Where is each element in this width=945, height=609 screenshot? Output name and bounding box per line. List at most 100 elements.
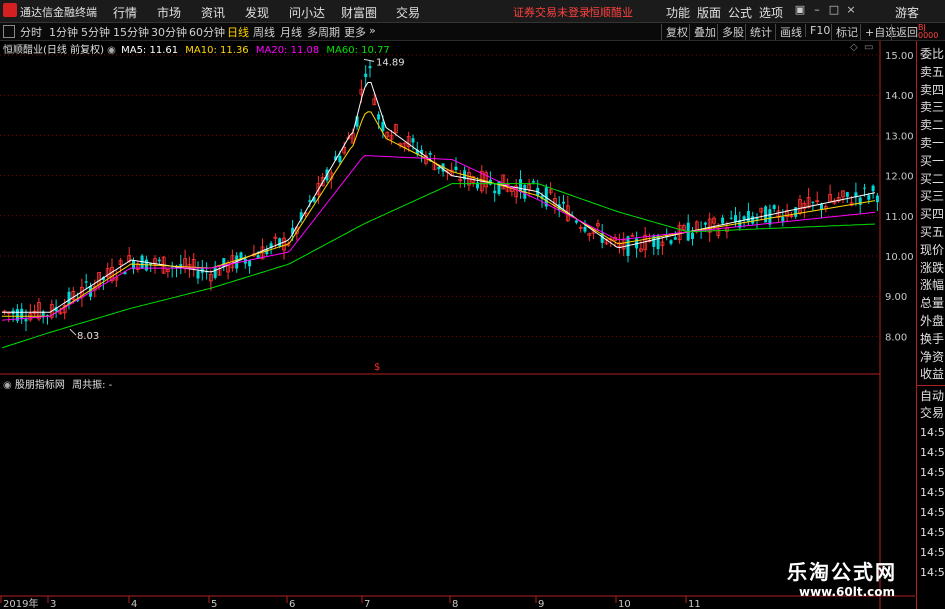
- period-5min[interactable]: 5分钟: [81, 24, 110, 40]
- candle-body: [196, 271, 200, 279]
- candle-body: [811, 201, 815, 203]
- x-tick-label: 11: [688, 599, 701, 609]
- minimize-icon[interactable]: –: [810, 3, 824, 17]
- y-tick-label: 10.00: [885, 252, 914, 263]
- x-tick-label: 7: [364, 599, 370, 609]
- candle-body: [751, 216, 755, 224]
- candle-body: [721, 217, 725, 224]
- period-1min[interactable]: 1分钟: [49, 24, 78, 40]
- y-tick-label: 11.00: [885, 212, 914, 223]
- indicator-title: 股朋指标网: [14, 380, 65, 391]
- quote-field-label: 涨跌: [920, 260, 945, 275]
- quote-side-panel: 委比 卖五 卖四 卖三 卖二 卖一 买一 买二 买三 买四 买五 现价 涨跌 涨幅 总量 外盘 换手 净资 收益 自…: [916, 41, 945, 609]
- period-15min[interactable]: 15分钟: [113, 24, 149, 40]
- indicator-settings-icon[interactable]: ◉: [3, 380, 12, 391]
- period-60min[interactable]: 60分钟: [189, 24, 225, 40]
- tool-stats[interactable]: 统计: [745, 24, 772, 40]
- layout-toggle-icon[interactable]: [3, 25, 15, 38]
- close-icon[interactable]: ×: [844, 3, 858, 17]
- tab-trade[interactable]: 交易: [920, 404, 944, 421]
- visitor-label[interactable]: 游客: [895, 4, 919, 21]
- candle-body: [531, 181, 535, 183]
- quote-field-label: 涨幅: [920, 278, 945, 293]
- kline-chart[interactable]: 15.00 14.00 13.00 12.00 11.00 10.00 9.00 8.00 20…: [0, 41, 915, 609]
- tool-draw[interactable]: 画线: [775, 24, 802, 40]
- period-30min[interactable]: 30分钟: [151, 24, 187, 40]
- tick-time: 14:56: [920, 426, 945, 439]
- quote-field-label: 买二: [920, 171, 945, 186]
- quote-field-label: 外盘: [920, 314, 945, 328]
- menu-bar: 通达信金融终端 行情 市场 资讯 发现 问小达 财富圈 交易 证券交易未登录 恒…: [0, 0, 945, 23]
- period-monthly[interactable]: 月线: [280, 24, 302, 40]
- candle-body: [764, 206, 768, 223]
- candle-body: [772, 205, 776, 209]
- tool-back[interactable]: 返回: [891, 24, 918, 40]
- candle-body: [845, 192, 849, 197]
- ma-line-ma5: [2, 82, 876, 313]
- menu-formula[interactable]: 公式: [728, 4, 752, 21]
- menu-market[interactable]: 市场: [157, 4, 181, 21]
- skin-icon[interactable]: ▣: [793, 3, 807, 17]
- period-intraday[interactable]: 分时: [20, 24, 42, 40]
- menu-discover[interactable]: 发现: [245, 4, 269, 21]
- x-tick-label: 5: [211, 599, 217, 609]
- menu-wealth-circle[interactable]: 财富圈: [341, 4, 377, 21]
- x-tick-label: 3: [50, 599, 56, 609]
- candle-body: [703, 222, 707, 225]
- chart-settings-icon[interactable]: ◉: [107, 45, 116, 56]
- quote-field-label: 买一: [920, 153, 945, 168]
- ma-line-ma20: [1, 154, 876, 321]
- tool-f10[interactable]: F10: [805, 24, 830, 37]
- period-weekly[interactable]: 周线: [253, 24, 275, 40]
- tool-multi-stock[interactable]: 多股: [717, 24, 744, 40]
- tool-mark[interactable]: 标记: [831, 24, 858, 40]
- period-multi[interactable]: 多周期: [307, 24, 340, 40]
- quote-field-label: 卖五: [920, 64, 945, 79]
- candle-body: [875, 195, 879, 203]
- x-tick-label: 2019年: [3, 597, 38, 609]
- menu-function[interactable]: 功能: [666, 4, 690, 21]
- menu-layout[interactable]: 版面: [697, 4, 721, 21]
- candle-body: [24, 318, 28, 322]
- candle-body: [248, 260, 252, 267]
- candle-body: [673, 237, 677, 240]
- menu-options[interactable]: 选项: [759, 4, 783, 21]
- candle-body: [755, 217, 759, 220]
- candle-body: [381, 122, 385, 132]
- current-stock-name: 恒顺醋业: [589, 6, 633, 19]
- ma20-label: MA20: 11.08: [255, 45, 320, 56]
- candle-body: [338, 155, 342, 163]
- menu-news[interactable]: 资讯: [201, 4, 225, 21]
- candle-body: [574, 220, 578, 223]
- x-tick-label: 10: [618, 599, 631, 609]
- tab-auto[interactable]: 自动: [920, 387, 944, 404]
- tool-adjust[interactable]: 复权: [661, 24, 688, 40]
- period-more[interactable]: 更多: [344, 24, 366, 40]
- watermark: 乐淘公式网 www.60lt.com: [787, 556, 915, 604]
- chart-expand-icon[interactable]: ▭: [864, 42, 873, 53]
- candle-body: [368, 66, 372, 69]
- trade-login-notice[interactable]: 证券交易未登录: [513, 4, 590, 20]
- maximize-icon[interactable]: □: [827, 3, 841, 17]
- candle-body: [278, 238, 282, 247]
- period-more-arrow-icon[interactable]: »: [369, 24, 376, 37]
- quote-field-label: 买四: [920, 207, 945, 222]
- menu-trade[interactable]: 交易: [396, 4, 420, 21]
- menu-quotes[interactable]: 行情: [113, 4, 137, 21]
- x-tick-label: 6: [289, 599, 295, 609]
- candle-body: [20, 308, 24, 320]
- period-daily[interactable]: 日线: [227, 24, 249, 40]
- app-name: 通达信金融终端: [20, 6, 97, 19]
- period-toolbar: 分时 1分钟 5分钟 15分钟 30分钟 60分钟 日线 周线 月线 多周期 更…: [0, 23, 945, 41]
- ma10-label: MA10: 11.36: [185, 45, 249, 56]
- quote-field-label: 卖四: [920, 82, 945, 97]
- quote-field-label: 卖一: [920, 136, 945, 150]
- chart-diamond-icon[interactable]: ◇: [850, 42, 858, 53]
- menu-ask-xiaoda[interactable]: 问小达: [289, 4, 325, 21]
- candle-body: [493, 190, 497, 194]
- y-tick-label: 8.00: [885, 332, 907, 343]
- tool-overlay[interactable]: 叠加: [689, 24, 716, 40]
- watermark-name: 乐淘公式网: [787, 560, 897, 584]
- candle-body: [867, 195, 871, 200]
- quote-field-label: 买三: [920, 189, 945, 204]
